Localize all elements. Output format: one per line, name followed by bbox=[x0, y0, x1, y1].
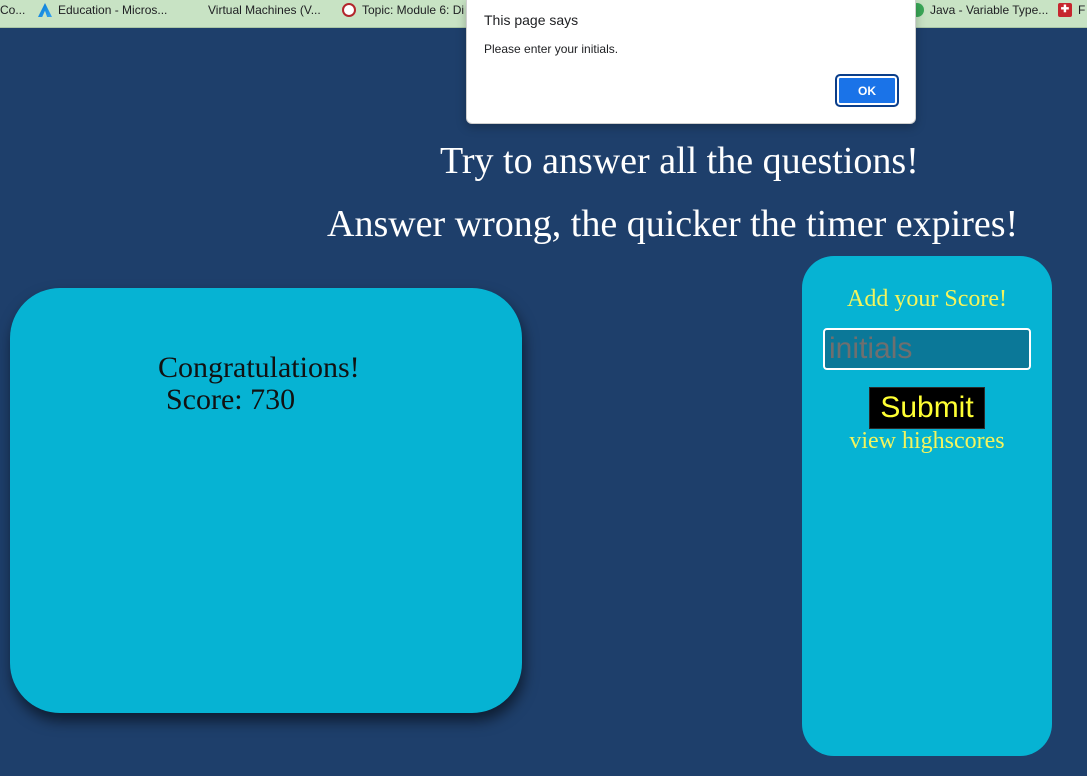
bookmark-item[interactable]: Topic: Module 6: Di bbox=[342, 0, 464, 20]
initials-input[interactable] bbox=[823, 328, 1031, 370]
final-score: Score: 730 bbox=[166, 383, 296, 416]
bookmark-label: Virtual Machines (V... bbox=[208, 3, 321, 17]
bookmark-label: Java - Variable Type... bbox=[930, 3, 1049, 17]
bookmark-label: Co... bbox=[0, 3, 26, 17]
view-highscores-link[interactable]: view highscores bbox=[802, 428, 1052, 455]
bookmark-item[interactable]: Virtual Machines (V... bbox=[188, 0, 321, 20]
submit-button[interactable]: Submit bbox=[869, 387, 985, 429]
azure-icon bbox=[38, 3, 52, 17]
instruction-heading: Try to answer all the questions! bbox=[440, 140, 919, 182]
moodle-icon bbox=[342, 3, 356, 17]
add-score-label: Add your Score! bbox=[847, 286, 1007, 312]
dialog-title: This page says bbox=[484, 12, 579, 28]
bookmark-label: Topic: Module 6: Di bbox=[362, 3, 465, 17]
bookmark-item[interactable]: ✚ F bbox=[1058, 0, 1085, 20]
bookmark-label: F bbox=[1078, 3, 1086, 17]
dialog-message: Please enter your initials. bbox=[484, 42, 619, 56]
timer-warning-heading: Answer wrong, the quicker the timer expi… bbox=[327, 203, 1019, 245]
bookmark-label: Education - Micros... bbox=[58, 3, 168, 17]
congratulations-text: Congratulations! bbox=[158, 351, 360, 384]
score-card: Congratulations! Score: 730 bbox=[10, 288, 522, 713]
ok-button[interactable]: OK bbox=[835, 74, 899, 107]
alert-dialog: This page says Please enter your initial… bbox=[466, 0, 916, 124]
red-app-icon: ✚ bbox=[1058, 3, 1072, 17]
microsoft-icon bbox=[188, 3, 202, 17]
bookmark-item[interactable]: Java - Variable Type... bbox=[910, 0, 1048, 20]
score-entry-panel: Add your Score! Submit view highscores bbox=[802, 256, 1052, 756]
bookmark-item[interactable]: Education - Micros... bbox=[38, 0, 167, 20]
bookmark-item[interactable]: Co... bbox=[0, 0, 25, 20]
